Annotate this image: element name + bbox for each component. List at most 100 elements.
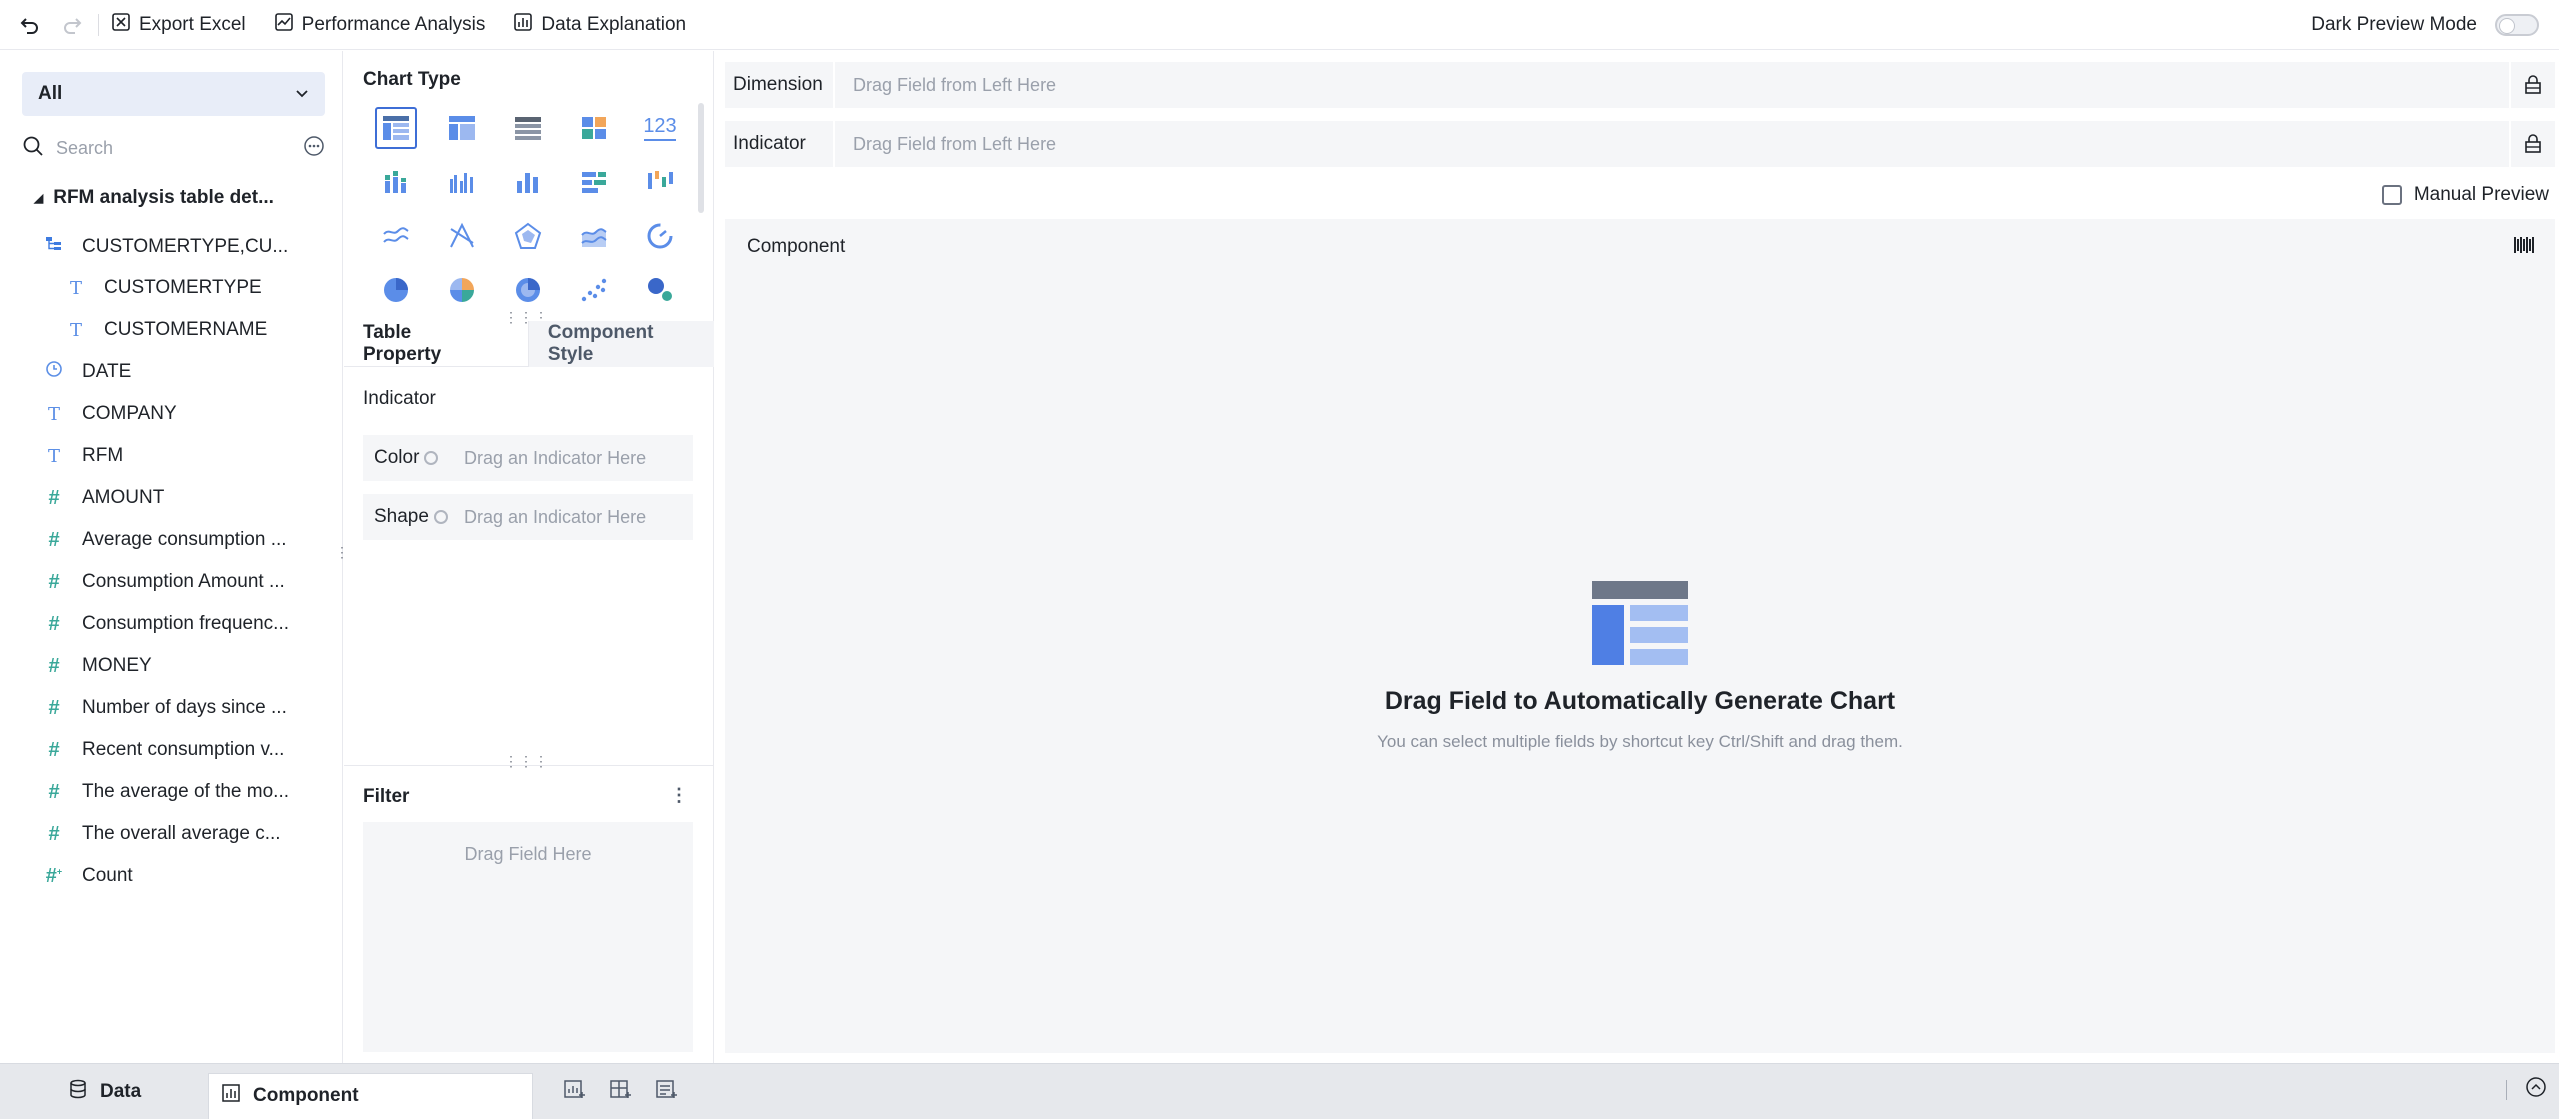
barcode-icon[interactable] [2513, 235, 2535, 260]
tab-component[interactable]: Component [208, 1073, 533, 1119]
field-item-company[interactable]: T COMPANY [42, 399, 177, 429]
chart-type-stacked-column[interactable] [363, 155, 429, 209]
chart-type-area[interactable] [561, 209, 627, 263]
field-label: MONEY [82, 655, 152, 677]
field-item-amount[interactable]: # AMOUNT [42, 483, 164, 513]
chart-type-resize-handle[interactable]: ⋮⋮⋮ [504, 313, 549, 321]
shape-drop-placeholder: Drag an Indicator Here [464, 507, 646, 528]
field-item-consumption-amount[interactable]: # Consumption Amount ... [42, 567, 285, 597]
performance-analysis-button[interactable]: Performance Analysis [274, 12, 486, 38]
chart-type-column[interactable] [495, 155, 561, 209]
top-toolbar: Export Excel Performance Analysis Data E… [0, 0, 2559, 50]
property-tabs: Table Property Component Style [344, 321, 714, 367]
field-item-rfm[interactable]: T RFM [42, 441, 123, 471]
field-label: CUSTOMERTYPE [104, 277, 262, 299]
chart-type-bubble[interactable] [627, 263, 693, 317]
tab-data[interactable]: Data [48, 1069, 208, 1115]
chart-type-detail-table[interactable] [363, 101, 429, 155]
column-chart-icon [513, 167, 543, 197]
field-item-average-of-mo[interactable]: # The average of the mo... [42, 777, 289, 807]
field-item-average-consumption[interactable]: # Average consumption ... [42, 525, 287, 555]
text-field-icon: T [42, 404, 66, 425]
more-options-icon[interactable] [303, 135, 325, 162]
component-icon [221, 1083, 241, 1109]
field-label: COMPANY [82, 403, 177, 425]
chart-type-grouped-column[interactable] [429, 155, 495, 209]
dataset-tree-root[interactable]: ◢ RFM analysis table det... [34, 187, 274, 209]
chart-type-scrollbar[interactable] [698, 103, 704, 213]
field-item-hierarchy[interactable]: CUSTOMERTYPE,CU... [42, 232, 288, 262]
gear-icon[interactable] [434, 510, 448, 524]
data-explanation-button[interactable]: Data Explanation [513, 12, 686, 38]
chart-type-kpi-card[interactable] [561, 101, 627, 155]
clock-icon [42, 360, 66, 384]
collapse-up-icon[interactable] [2525, 1076, 2547, 1103]
field-item-customertype[interactable]: T CUSTOMERTYPE [64, 273, 262, 303]
field-item-consumption-frequency[interactable]: # Consumption frequenc... [42, 609, 289, 639]
redo-icon[interactable] [56, 9, 88, 41]
manual-preview-checkbox[interactable] [2382, 185, 2402, 205]
more-vertical-icon[interactable]: ⋮ [670, 785, 688, 806]
toolbar-divider [98, 14, 99, 36]
chart-type-radar[interactable] [495, 209, 561, 263]
undo-icon[interactable] [14, 9, 46, 41]
field-item-customername[interactable]: T CUSTOMERNAME [64, 315, 267, 345]
dataset-select[interactable]: All [22, 72, 325, 116]
number-field-icon: # [42, 781, 66, 804]
add-component-icon[interactable] [563, 1078, 587, 1105]
add-dashboard-icon[interactable] [609, 1078, 633, 1105]
lock-icon[interactable] [2509, 62, 2555, 108]
chart-type-scatter[interactable] [561, 263, 627, 317]
manual-preview-option[interactable]: Manual Preview [2382, 184, 2549, 206]
field-label: AMOUNT [82, 487, 164, 509]
chart-type-gauge[interactable] [627, 209, 693, 263]
field-label: The average of the mo... [82, 781, 289, 803]
dark-preview-group: Dark Preview Mode [2311, 0, 2539, 50]
chart-config-panel: Chart Type 123 [344, 51, 714, 1063]
add-story-icon[interactable] [655, 1078, 679, 1105]
chart-type-line[interactable] [363, 209, 429, 263]
field-label: CUSTOMERNAME [104, 319, 267, 341]
bottom-divider [2506, 1080, 2507, 1100]
search-input[interactable]: Search [56, 138, 303, 159]
color-drop-zone[interactable]: Color Drag an Indicator Here [363, 435, 693, 481]
rose-pie-icon [447, 275, 477, 305]
tab-component-style[interactable]: Component Style [528, 321, 714, 367]
field-label: CUSTOMERTYPE,CU... [82, 236, 288, 258]
field-search[interactable]: Search [22, 131, 325, 165]
dataset-name: RFM analysis table det... [53, 187, 274, 209]
filter-drop-zone[interactable]: Drag Field Here [363, 822, 693, 1052]
chart-type-radar-line[interactable] [429, 209, 495, 263]
field-item-recent-consumption[interactable]: # Recent consumption v... [42, 735, 284, 765]
lock-icon[interactable] [2509, 121, 2555, 167]
field-item-count[interactable]: #+ Count [42, 861, 133, 891]
cross-line-icon [447, 221, 477, 251]
field-item-money[interactable]: # MONEY [42, 651, 152, 681]
empty-state: Drag Field to Automatically Generate Cha… [725, 581, 2555, 752]
gear-icon[interactable] [424, 451, 438, 465]
dimension-drop-zone[interactable]: Drag Field from Left Here [833, 62, 2509, 108]
collapse-triangle-icon[interactable]: ◢ [34, 191, 43, 205]
indicator-drop-zone[interactable]: Drag Field from Left Here [833, 121, 2509, 167]
chart-type-waterfall[interactable] [627, 155, 693, 209]
dark-preview-toggle[interactable] [2495, 14, 2539, 36]
export-excel-label: Export Excel [139, 14, 246, 36]
chart-type-pie[interactable] [363, 263, 429, 317]
filter-drop-placeholder: Drag Field Here [363, 844, 693, 865]
filter-resize-handle[interactable]: ⋮⋮⋮ [504, 757, 549, 765]
shape-drop-zone[interactable]: Shape Drag an Indicator Here [363, 494, 693, 540]
chart-type-rose-pie[interactable] [429, 263, 495, 317]
field-item-days-since[interactable]: # Number of days since ... [42, 693, 287, 723]
chart-type-grouped-table[interactable] [429, 101, 495, 155]
number-field-icon: # [42, 571, 66, 594]
chart-type-number[interactable]: 123 [627, 101, 693, 155]
field-item-date[interactable]: DATE [42, 357, 131, 387]
dark-preview-label: Dark Preview Mode [2311, 14, 2477, 36]
chart-type-cross-table[interactable] [495, 101, 561, 155]
export-excel-button[interactable]: Export Excel [111, 12, 246, 38]
tab-table-property[interactable]: Table Property [344, 321, 506, 367]
chart-type-bar[interactable] [561, 155, 627, 209]
field-item-overall-average[interactable]: # The overall average c... [42, 819, 281, 849]
empty-state-title: Drag Field to Automatically Generate Cha… [1385, 687, 1895, 716]
add-tab-buttons [563, 1078, 679, 1105]
